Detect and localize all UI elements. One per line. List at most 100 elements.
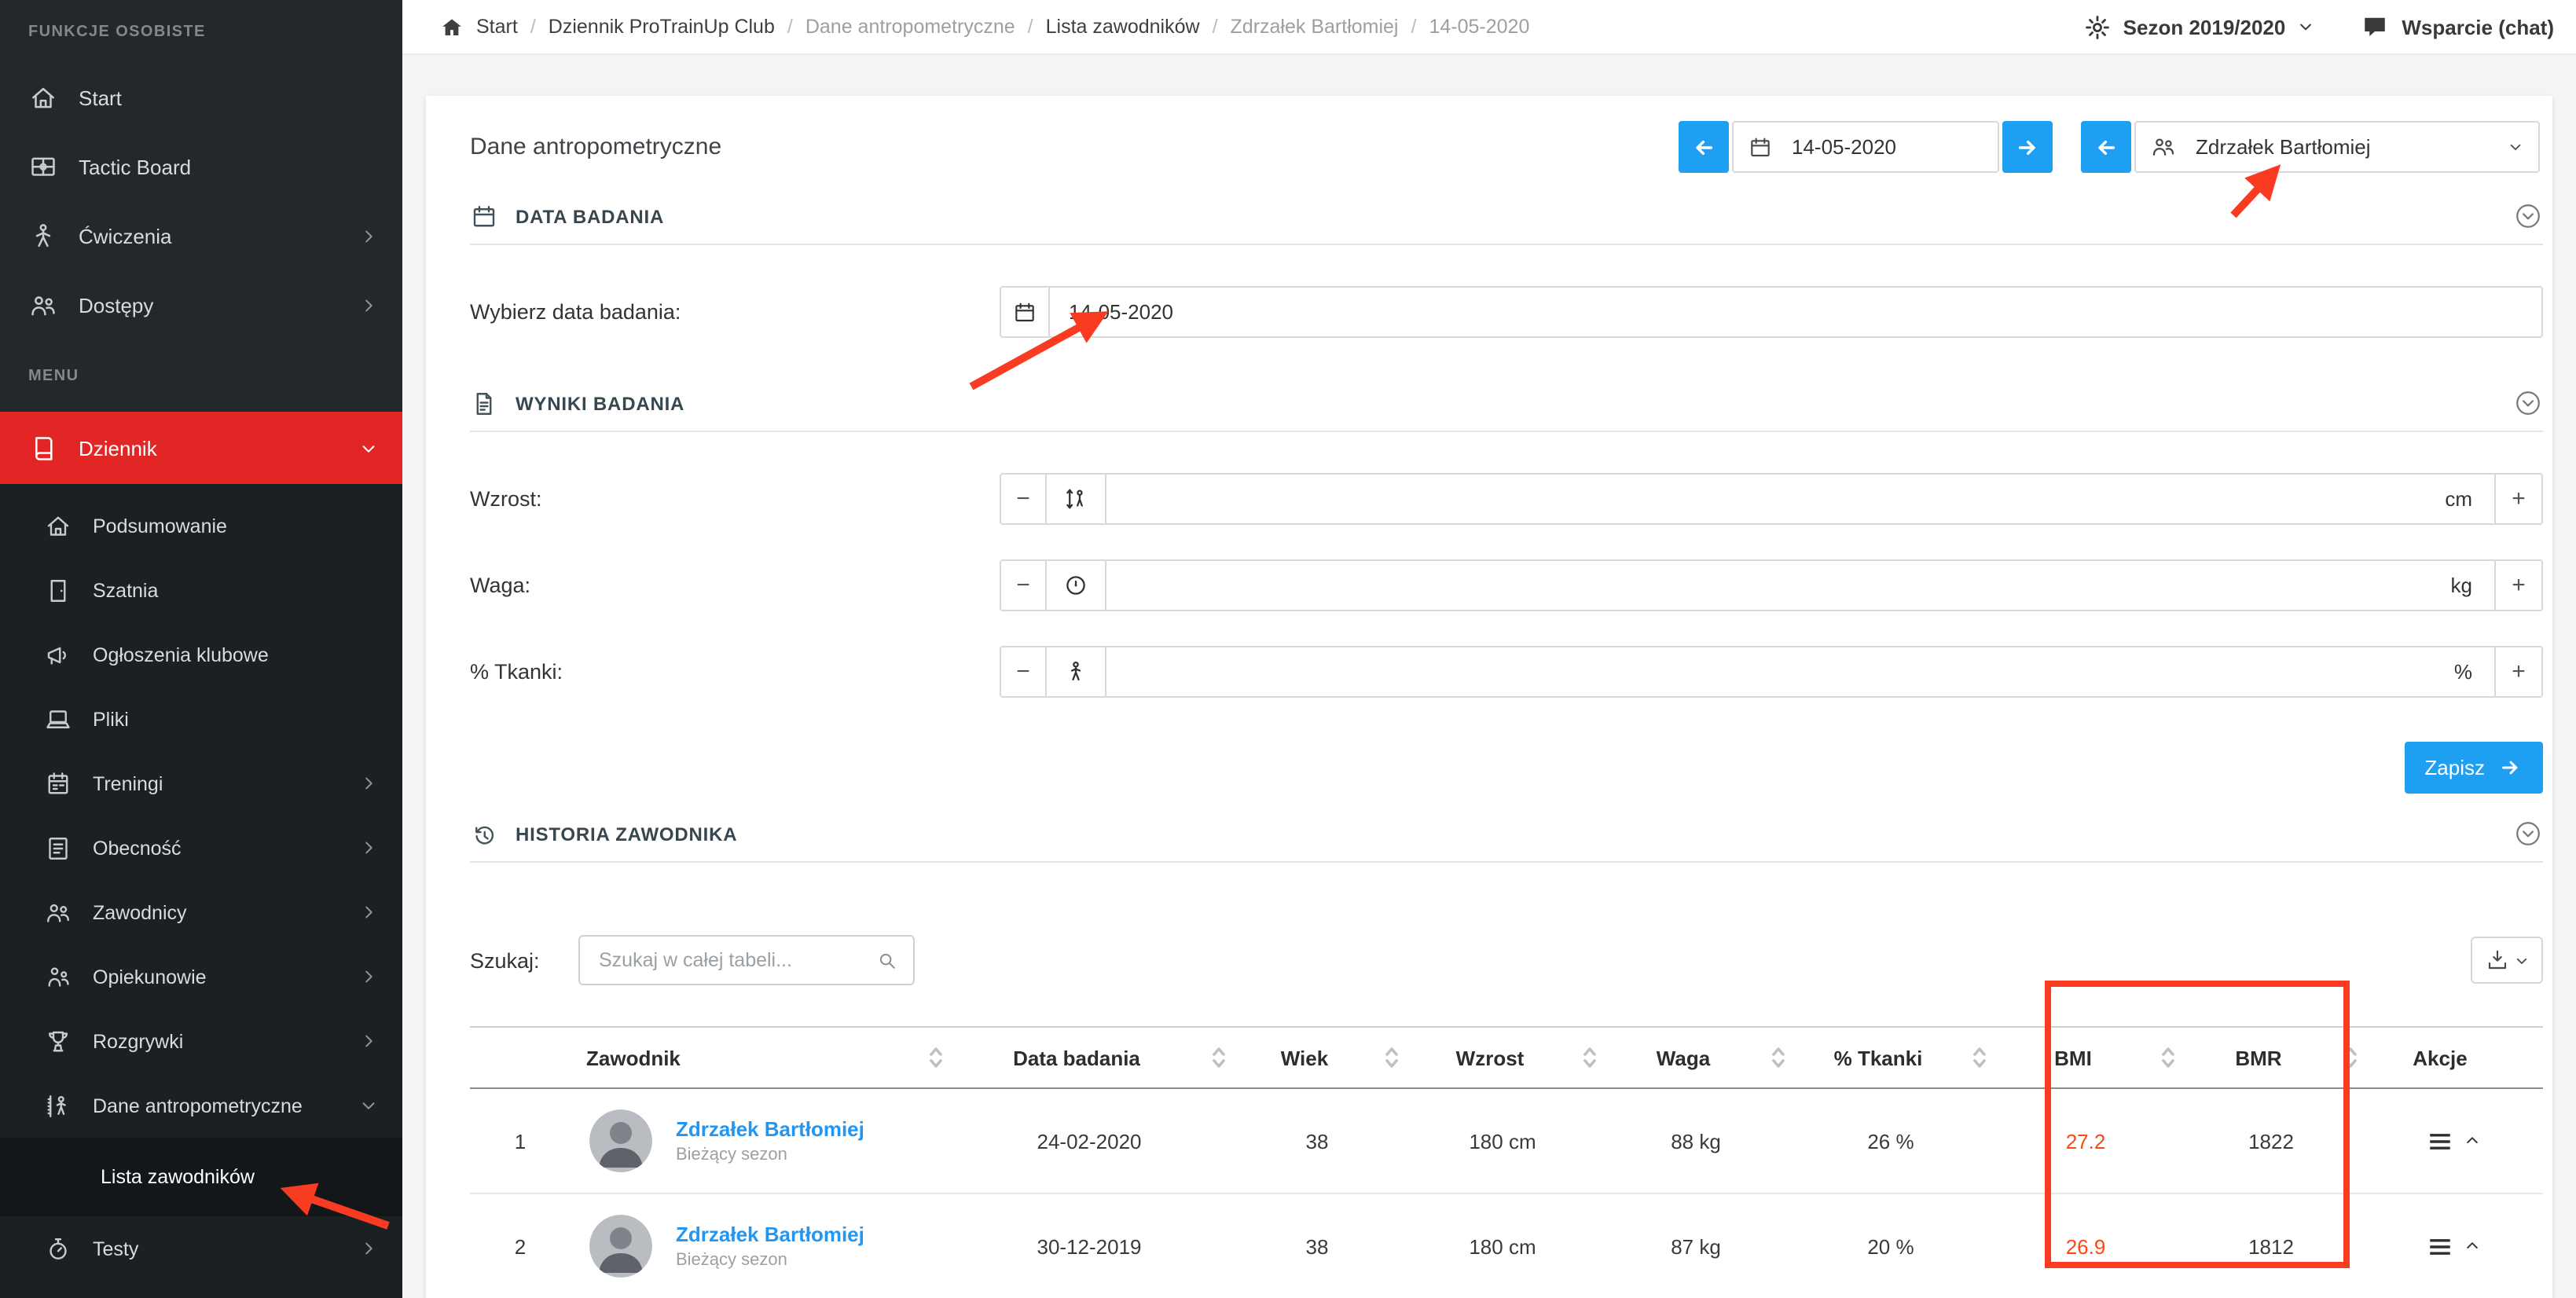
gear-icon[interactable] — [2084, 13, 2111, 40]
sidebar-item-label: Dziennik — [79, 436, 157, 460]
collapse-chevron-icon[interactable] — [2513, 388, 2543, 418]
breadcrumb-item[interactable]: Lista zawodników — [1015, 16, 1200, 38]
calendar-icon — [1748, 134, 1773, 160]
sort-icon[interactable] — [1771, 1047, 1785, 1069]
table-header-bmi[interactable]: BMI — [1991, 1046, 2180, 1069]
table-header-wiek[interactable]: Wiek — [1231, 1046, 1404, 1069]
section-historia-zawodnika: HISTORIA ZAWODNIKA — [426, 806, 2552, 861]
table-header-waga[interactable]: Waga — [1602, 1046, 1790, 1069]
hamburger-icon — [2426, 1233, 2453, 1260]
row-actions-button[interactable] — [2362, 1128, 2543, 1154]
document-icon — [470, 389, 498, 417]
table-header-wzrost[interactable]: Wzrost — [1404, 1046, 1602, 1069]
breadcrumb: Start Dziennik ProTrainUp Club Dane antr… — [440, 15, 1529, 38]
bodyfat-plus-button[interactable]: + — [2496, 646, 2543, 698]
arrow-right-icon — [2499, 756, 2523, 779]
support-chat-link[interactable]: Wsparcie (chat) — [2402, 15, 2554, 38]
bodyfat-input[interactable] — [1106, 660, 2454, 684]
sidebar-item-treningi[interactable]: Treningi — [0, 751, 402, 816]
exam-date-input[interactable] — [1050, 300, 2541, 324]
page-card: Dane antropometryczne — [426, 96, 2552, 1298]
collapse-chevron-icon[interactable] — [2513, 201, 2543, 231]
weight-input[interactable] — [1106, 574, 2451, 597]
player-link[interactable]: Zdrzałek Bartłomiej — [676, 1223, 864, 1246]
calendar-icon — [1000, 286, 1050, 338]
sidebar-item-dostepy[interactable]: Dostępy — [0, 270, 402, 339]
player-avatar — [589, 1109, 652, 1172]
sort-icon[interactable] — [2343, 1047, 2358, 1069]
player-navigator: Zdrzałek Bartłomiej — [2081, 121, 2543, 173]
sidebar-item-label: Testy — [93, 1238, 138, 1260]
divider — [470, 861, 2543, 863]
bodyfat-minus-button[interactable]: − — [1000, 646, 1047, 698]
date-next-button[interactable] — [2002, 121, 2053, 173]
sidebar-item-start[interactable]: Start — [0, 63, 402, 132]
sort-icon[interactable] — [1972, 1047, 1987, 1069]
sidebar-item-testy[interactable]: Testy — [0, 1216, 402, 1281]
height-input[interactable] — [1106, 487, 2445, 511]
app-window: FUNKCJE OSOBISTE Start Ćwiczenia Tactic … — [0, 0, 2576, 1298]
sidebar-item-obecnosc[interactable]: Obecność — [0, 816, 402, 880]
height-plus-button[interactable]: + — [2496, 473, 2543, 525]
search-icon — [875, 948, 899, 972]
weight-minus-button[interactable]: − — [1000, 559, 1047, 611]
sidebar-item-ogloszenia[interactable]: Ogłoszenia klubowe — [0, 622, 402, 687]
chevron-right-icon — [360, 775, 377, 792]
breadcrumb-item[interactable]: Dane antropometryczne — [775, 16, 1015, 38]
sidebar-item-label: Start — [79, 86, 122, 109]
cell-age: 38 — [1231, 1234, 1404, 1258]
breadcrumb-item[interactable]: Zdrzałek Bartłomiej — [1200, 16, 1399, 38]
sidebar-item-opiekunowie[interactable]: Opiekunowie — [0, 944, 402, 1009]
sort-icon[interactable] — [1583, 1047, 1597, 1069]
sort-icon[interactable] — [1212, 1047, 1226, 1069]
sidebar-item-cwiczenia[interactable]: Ćwiczenia — [0, 201, 402, 270]
header-date-input[interactable] — [1773, 135, 1983, 159]
date-form-row: Wybierz data badania: — [470, 286, 2543, 338]
export-button[interactable] — [2471, 937, 2543, 984]
header-date-field[interactable] — [1732, 121, 1999, 173]
sidebar-item-pliki[interactable]: Pliki — [0, 687, 402, 751]
search-input[interactable] — [596, 948, 875, 973]
sort-icon[interactable] — [1385, 1047, 1399, 1069]
chat-icon[interactable] — [2361, 13, 2389, 41]
sort-icon[interactable] — [929, 1047, 943, 1069]
content-area: Dane antropometryczne — [402, 55, 2576, 1298]
sidebar-item-zawodnicy[interactable]: Zawodnicy — [0, 880, 402, 944]
sidebar-item-szatnia[interactable]: Szatnia — [0, 558, 402, 622]
table-header-bmr[interactable]: BMR — [2180, 1046, 2362, 1069]
row-actions-button[interactable] — [2362, 1233, 2543, 1260]
sidebar-item-label: Dostępy — [79, 293, 153, 317]
season-selector[interactable]: Sezon 2019/2020 — [2123, 15, 2286, 38]
save-button[interactable]: Zapisz — [2404, 742, 2543, 794]
sidebar-item-tactic-board[interactable]: Ćwiczenia Tactic Board — [0, 132, 402, 201]
cell-bmr: 1822 — [2180, 1129, 2362, 1153]
sidebar-item-dane-antropometryczne[interactable]: Dane antropometryczne — [0, 1073, 402, 1138]
table-header-data-badania[interactable]: Data badania — [948, 1046, 1231, 1069]
sidebar-item-podsumowanie[interactable]: Podsumowanie — [0, 493, 402, 558]
sidebar-item-dziennik[interactable]: Dziennik — [0, 412, 402, 484]
player-select[interactable]: Zdrzałek Bartłomiej — [2134, 121, 2540, 173]
chevron-down-icon — [360, 439, 377, 456]
collapse-chevron-icon[interactable] — [2513, 819, 2543, 849]
height-icon — [1047, 473, 1106, 525]
sidebar-item-lista-zawodnikow[interactable]: Lista zawodników — [0, 1138, 402, 1216]
breadcrumb-item[interactable]: Start — [476, 16, 518, 38]
player-link[interactable]: Zdrzałek Bartłomiej — [676, 1117, 864, 1141]
height-minus-button[interactable]: − — [1000, 473, 1047, 525]
sidebar-item-label: Zawodnicy — [93, 901, 187, 923]
sidebar-item-rozgrywki[interactable]: Rozgrywki — [0, 1009, 402, 1073]
table-header-tkanki[interactable]: % Tkanki — [1790, 1046, 1991, 1069]
breadcrumb-item[interactable]: Dziennik ProTrainUp Club — [518, 16, 775, 38]
sort-icon[interactable] — [2161, 1047, 2175, 1069]
search-field — [578, 935, 915, 985]
date-prev-button[interactable] — [1679, 121, 1729, 173]
height-unit: cm — [2445, 487, 2494, 511]
weight-plus-button[interactable]: + — [2496, 559, 2543, 611]
journal-icon — [28, 433, 58, 463]
cell-age: 38 — [1231, 1129, 1404, 1153]
home-icon[interactable] — [440, 15, 464, 38]
table-header-zawodnik[interactable]: Zawodnik — [571, 1046, 948, 1069]
player-prev-button[interactable] — [2081, 121, 2131, 173]
row-index: 1 — [470, 1129, 571, 1153]
row-index: 2 — [470, 1234, 571, 1258]
